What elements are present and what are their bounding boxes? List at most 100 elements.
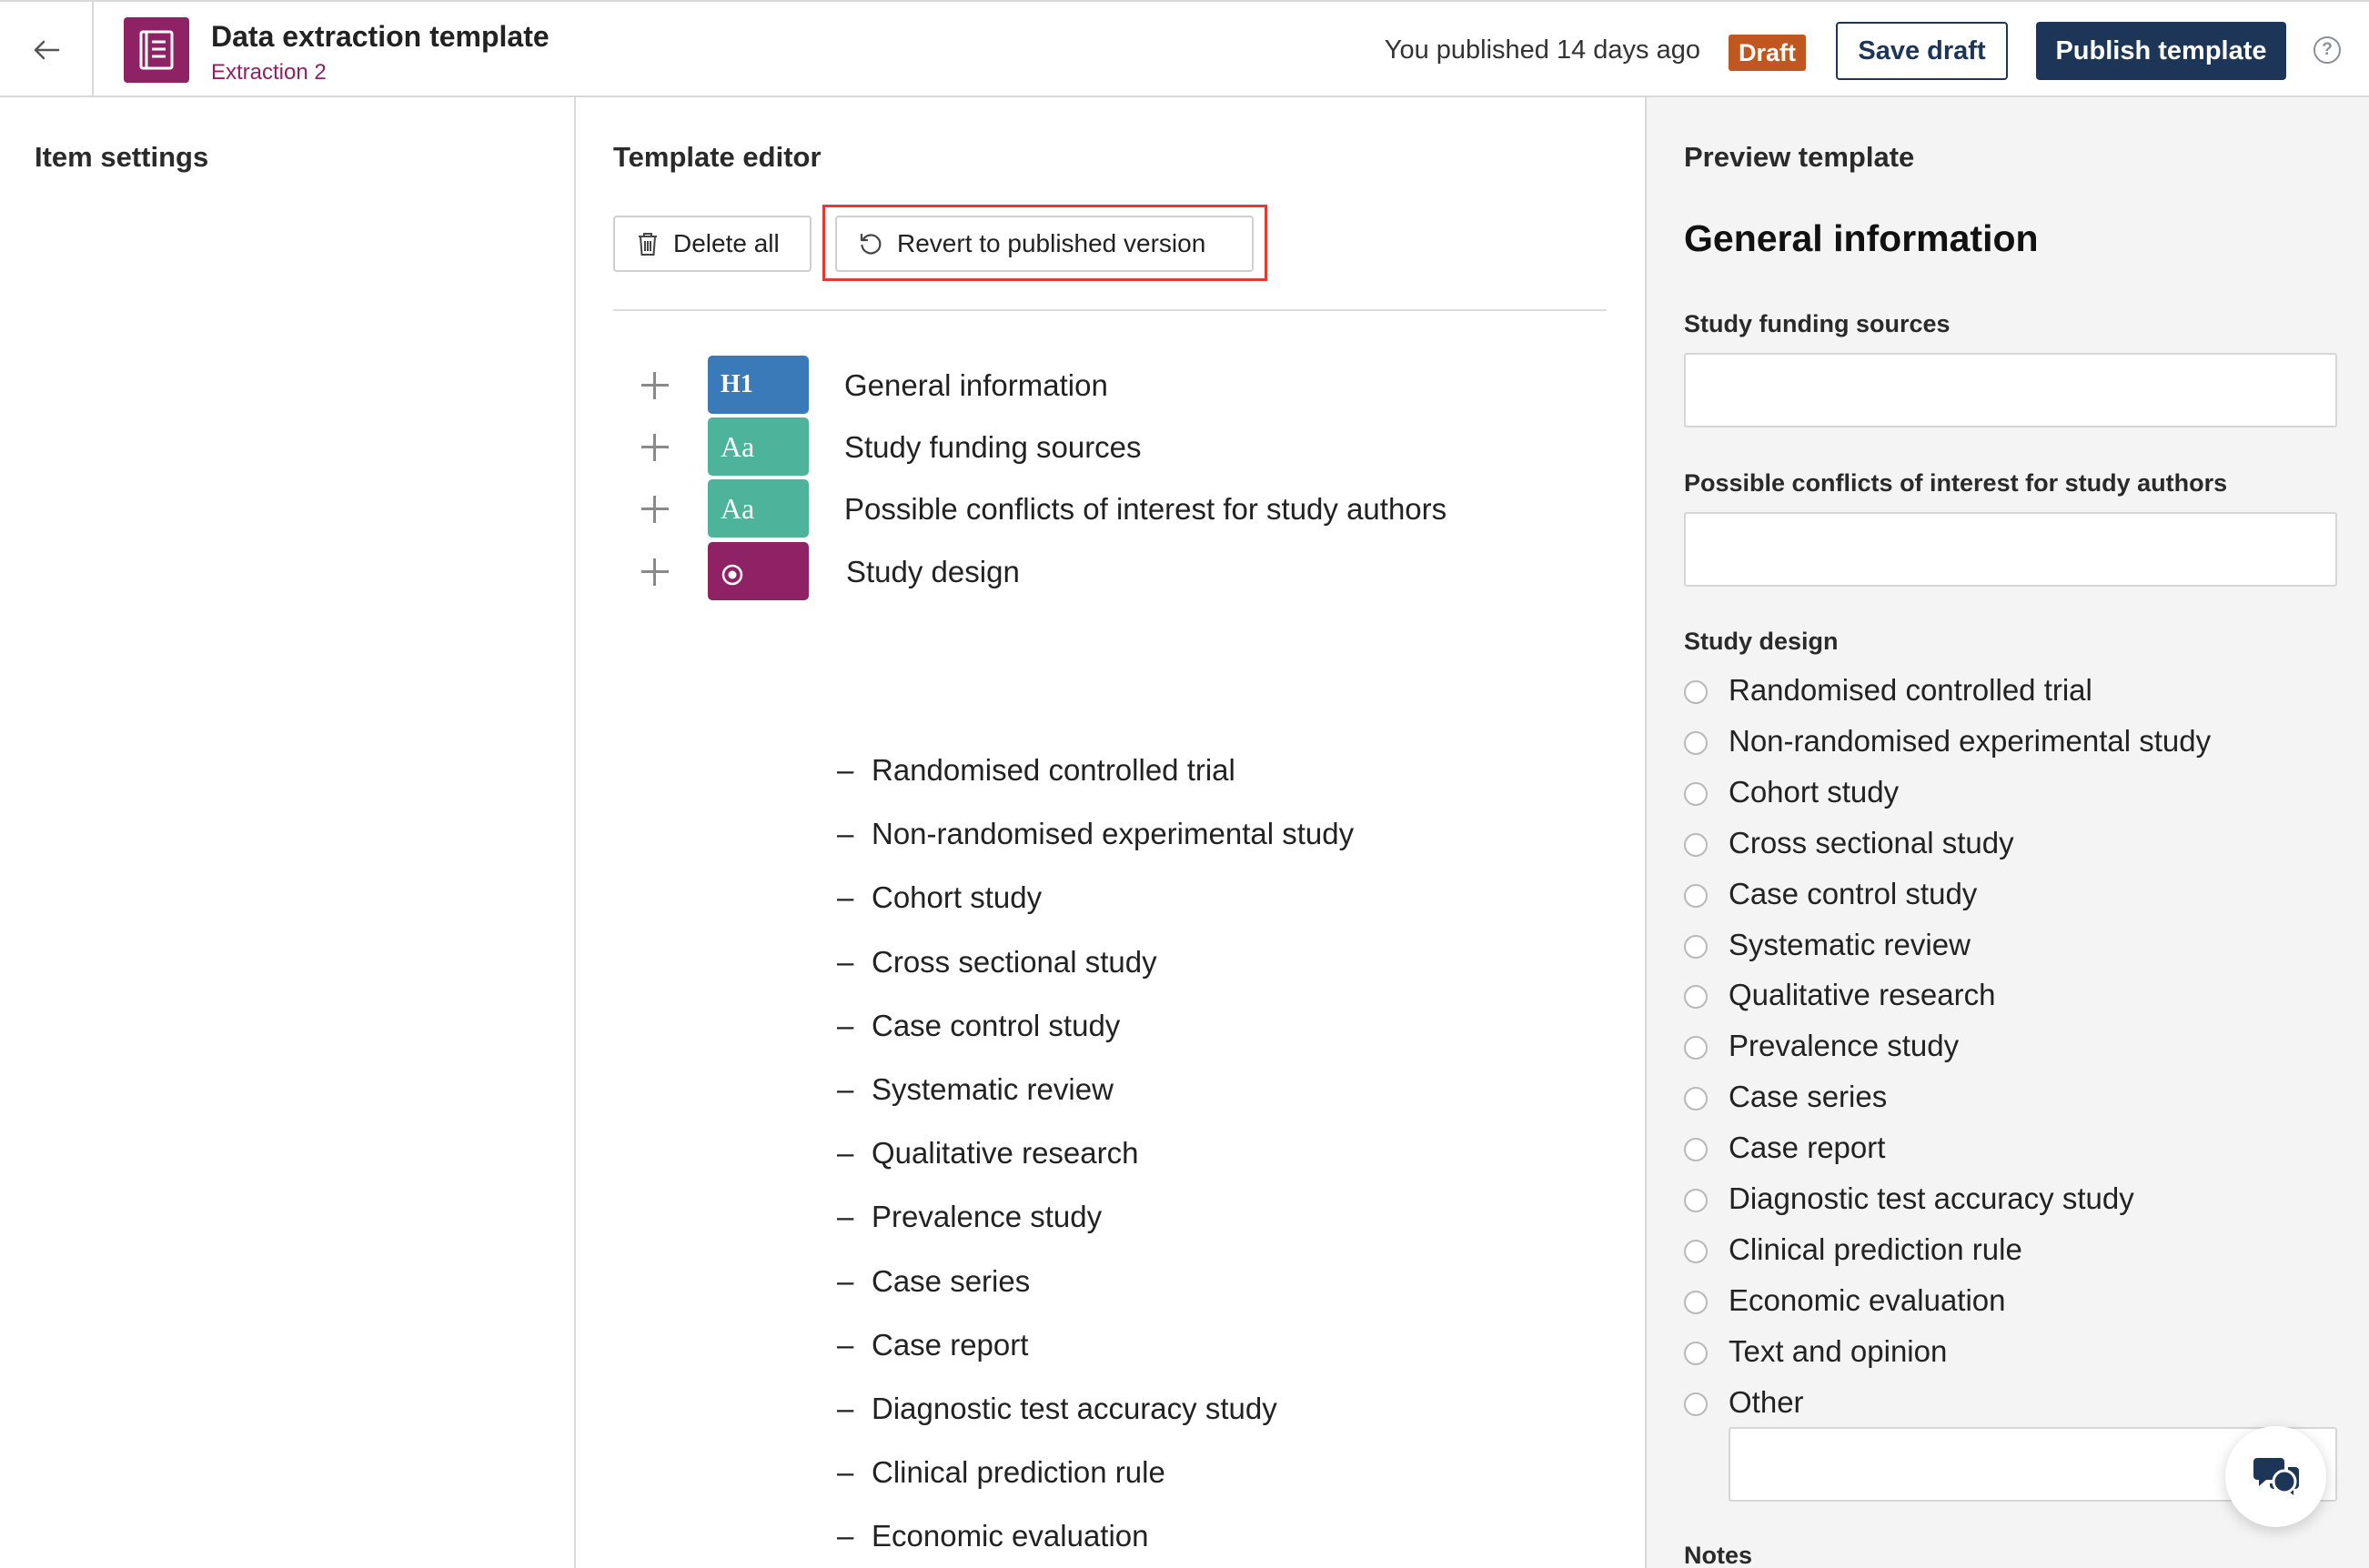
option-label: Case control study: [872, 1008, 1121, 1042]
option-label: Systematic review: [872, 1072, 1114, 1106]
radio-unchecked-icon[interactable]: [1684, 883, 1708, 908]
option-bullet: –: [837, 1136, 854, 1171]
radio-unchecked-icon[interactable]: [1684, 1392, 1708, 1416]
radio-unchecked-icon[interactable]: [1684, 1290, 1708, 1314]
radio-option-label: Case control study: [1729, 876, 1978, 910]
text-type-chip[interactable]: Aa: [708, 479, 809, 538]
option-label: Non-randomised experimental study: [872, 817, 1355, 851]
option-bullet: –: [837, 753, 854, 787]
option-label: Clinical prediction rule: [872, 1455, 1165, 1490]
delete-all-button[interactable]: Delete all: [613, 216, 812, 272]
editor-item-label[interactable]: General information: [844, 368, 1108, 403]
revert-label: Revert to published version: [897, 229, 1206, 257]
editor-item-study-design[interactable]: Study design: [576, 542, 1645, 602]
option-bullet: –: [837, 880, 854, 915]
revert-to-published-button[interactable]: Revert to published version: [835, 216, 1254, 272]
template-icon: [124, 17, 189, 83]
radio-unchecked-icon[interactable]: [1684, 1138, 1708, 1162]
radio-unchecked-icon[interactable]: [1684, 1341, 1708, 1365]
radio-option-label: Diagnostic test accuracy study: [1729, 1181, 2134, 1215]
option-label: Randomised controlled trial: [872, 753, 1235, 787]
radio-unchecked-icon[interactable]: [1684, 1189, 1708, 1212]
radio-option-label: Cohort study: [1729, 774, 1900, 809]
radio-option-label: Case report: [1729, 1131, 1886, 1165]
option-bullet: –: [837, 1008, 854, 1042]
publish-template-button[interactable]: Publish template: [2036, 22, 2286, 80]
option-bullet: –: [837, 1392, 854, 1425]
editor-item-general-information[interactable]: H1 General information: [576, 356, 1645, 416]
text-type-chip[interactable]: Aa: [708, 417, 809, 476]
option-label: Cohort study: [872, 880, 1043, 915]
save-draft-button[interactable]: Save draft: [1836, 22, 2008, 80]
option-bullet: –: [837, 817, 854, 851]
radio-unchecked-icon[interactable]: [1684, 985, 1708, 1010]
radio-type-chip[interactable]: [708, 542, 809, 600]
template-editor-panel: Template editor Delete all Revert to pub…: [576, 97, 1645, 1568]
editor-divider: [613, 309, 1607, 311]
option-bullet: –: [837, 944, 854, 979]
option-bullet: –: [837, 1519, 854, 1553]
notes-field-label: Notes: [1684, 1542, 1753, 1568]
option-label: Cross sectional study: [872, 944, 1157, 979]
add-item-icon[interactable]: [641, 558, 669, 586]
radio-unchecked-icon[interactable]: [1684, 934, 1708, 959]
radio-option-label: Economic evaluation: [1729, 1282, 2006, 1317]
radio-unchecked-icon[interactable]: [1684, 730, 1708, 755]
radio-unchecked-icon[interactable]: [1684, 781, 1708, 806]
chat-button[interactable]: [2225, 1426, 2326, 1527]
radio-option-label: Qualitative research: [1729, 978, 1996, 1012]
revert-icon: [860, 233, 882, 255]
template-editor-heading: Template editor: [613, 141, 822, 173]
item-settings-heading: Item settings: [35, 141, 209, 173]
preview-section-title: General information: [1684, 217, 2039, 259]
trash-icon: [639, 233, 657, 256]
heading-type-chip[interactable]: H1: [708, 356, 809, 414]
radio-option-label: Case series: [1729, 1080, 1888, 1114]
option-label: Qualitative research: [872, 1136, 1139, 1171]
option-bullet: –: [837, 1263, 854, 1298]
option-bullet: –: [837, 1200, 854, 1234]
radio-unchecked-icon[interactable]: [1684, 1036, 1708, 1060]
radio-option-label: Non-randomised experimental study: [1729, 723, 2212, 758]
delete-all-label: Delete all: [673, 229, 780, 257]
page-subtitle: Extraction 2: [211, 60, 327, 85]
conflicts-input[interactable]: [1684, 512, 2337, 587]
conflicts-field-label: Possible conflicts of interest for study…: [1684, 469, 2228, 497]
option-bullet: –: [837, 1455, 854, 1490]
chat-icon: [2253, 1457, 2299, 1495]
radio-unchecked-icon[interactable]: [1684, 1087, 1708, 1111]
preview-panel: Preview template General information Stu…: [1645, 97, 2369, 1568]
radio-button-icon: [721, 564, 743, 586]
study-design-field-label: Study design: [1684, 628, 1839, 655]
editor-item-label[interactable]: Possible conflicts of interest for study…: [844, 492, 1447, 527]
editor-item-conflicts-of-interest[interactable]: Aa Possible conflicts of interest for st…: [576, 479, 1645, 539]
add-item-icon[interactable]: [641, 434, 669, 461]
option-label: Economic evaluation: [872, 1519, 1149, 1553]
radio-option-label: Randomised controlled trial: [1729, 673, 2092, 707]
back-button[interactable]: [0, 2, 94, 97]
radio-option-label: Other: [1729, 1384, 1804, 1419]
published-status: You published 14 days ago: [1384, 35, 1700, 65]
radio-unchecked-icon[interactable]: [1684, 680, 1708, 704]
editor-item-study-funding-sources[interactable]: Aa Study funding sources: [576, 417, 1645, 477]
arrow-left-icon: [34, 40, 59, 59]
radio-option-label: Clinical prediction rule: [1729, 1231, 2022, 1266]
radio-option-label: Systematic review: [1729, 927, 1971, 961]
radio-option-label: Cross sectional study: [1729, 825, 2014, 859]
add-item-icon[interactable]: [641, 496, 669, 523]
option-label: Prevalence study: [872, 1200, 1103, 1234]
funding-input[interactable]: [1684, 353, 2337, 427]
editor-item-label[interactable]: Study design: [846, 555, 1020, 589]
radio-option-label: Prevalence study: [1729, 1029, 1960, 1063]
draft-badge: Draft: [1729, 35, 1807, 71]
radio-option-label: Text and opinion: [1729, 1333, 1948, 1368]
page-title: Data extraction template: [211, 20, 549, 53]
option-bullet: –: [837, 1072, 854, 1106]
help-icon[interactable]: ?: [2314, 36, 2341, 64]
option-label: Case series: [872, 1263, 1031, 1298]
add-item-icon[interactable]: [641, 372, 669, 399]
radio-unchecked-icon[interactable]: [1684, 832, 1708, 857]
option-bullet: –: [837, 1327, 854, 1362]
radio-unchecked-icon[interactable]: [1684, 1239, 1708, 1263]
editor-item-label[interactable]: Study funding sources: [844, 430, 1142, 465]
